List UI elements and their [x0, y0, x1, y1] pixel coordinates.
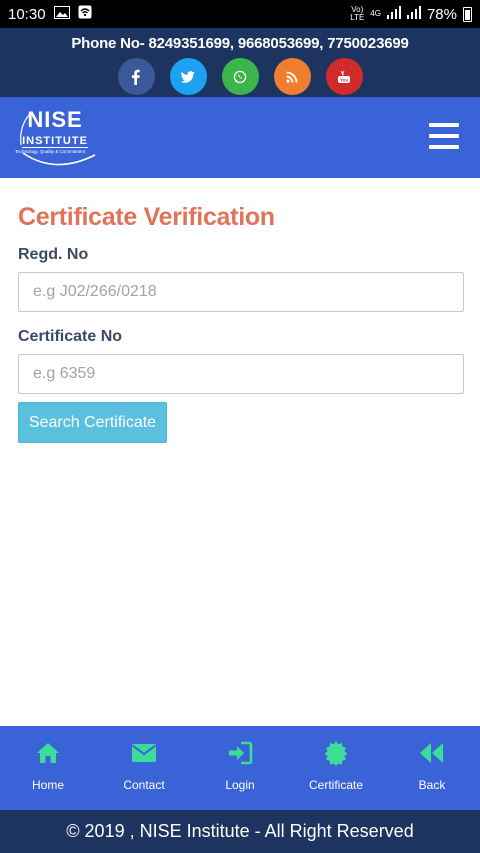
network-type: 4G: [370, 9, 381, 18]
menu-bar: [429, 134, 459, 138]
nav-home[interactable]: Home: [0, 726, 96, 810]
nav-login-label: Login: [225, 778, 255, 792]
certificate-no-input[interactable]: [18, 354, 464, 394]
nav-certificate-label: Certificate: [308, 778, 364, 792]
menu-bar: [429, 145, 459, 149]
nav-back-label: Back: [418, 778, 446, 792]
twitter-link[interactable]: [169, 58, 207, 95]
nise-logo[interactable]: NISE INSTITUTE Technology, Quality & Com…: [15, 109, 101, 167]
battery-percent: 78%: [426, 5, 457, 23]
certificate-no-label: Certificate No: [18, 328, 123, 345]
sign-in-icon: [229, 741, 253, 765]
volte-indicator: Vo) LTE: [350, 5, 365, 22]
envelope-icon: [131, 744, 157, 762]
regd-no-input[interactable]: [18, 272, 464, 312]
youtube-link[interactable]: You: [325, 58, 363, 95]
gallery-icon: [53, 5, 70, 23]
signal-icon-2: [406, 5, 421, 23]
twitter-icon: [180, 70, 195, 83]
whatsapp-link[interactable]: [221, 58, 259, 95]
certificate-verification-form: Certificate Verification Regd. No Certif…: [18, 178, 464, 443]
facebook-link[interactable]: [117, 58, 155, 95]
bottom-nav: Home Contact Login Certificate Back: [0, 726, 480, 810]
regd-no-label: Regd. No: [18, 246, 89, 263]
back-icon: [420, 743, 443, 763]
signal-icon: [386, 5, 401, 23]
nav-back[interactable]: Back: [384, 726, 480, 810]
home-icon: [37, 743, 59, 763]
rss-icon: [286, 71, 298, 83]
nav-login[interactable]: Login: [192, 726, 288, 810]
status-bar: 10:30 Vo) LTE 4G 78%: [0, 0, 480, 28]
nav-certificate[interactable]: Certificate: [288, 726, 384, 810]
main-navbar: NISE INSTITUTE Technology, Quality & Com…: [0, 97, 480, 178]
battery-icon: [463, 6, 472, 22]
search-certificate-button[interactable]: Search Certificate: [18, 402, 167, 443]
certificate-icon: [324, 741, 348, 766]
facebook-icon: [132, 69, 140, 85]
youtube-icon: You: [338, 70, 350, 83]
logo-swoosh-icon: [20, 114, 96, 166]
menu-bar: [429, 123, 459, 127]
nav-contact[interactable]: Contact: [96, 726, 192, 810]
svg-text:You: You: [340, 77, 348, 82]
status-time: 10:30: [8, 5, 46, 23]
settings-notification-icon: [78, 5, 92, 23]
phone-numbers: Phone No- 8249351699, 9668053699, 775002…: [71, 35, 409, 52]
nav-home-label: Home: [31, 778, 64, 792]
copyright-text: © 2019 , NISE Institute - All Right Rese…: [66, 821, 414, 841]
rss-link[interactable]: [273, 58, 311, 95]
nav-contact-label: Contact: [123, 778, 165, 792]
social-links: You: [0, 58, 480, 95]
contact-header: Phone No- 8249351699, 9668053699, 775002…: [0, 28, 480, 97]
whatsapp-icon: [233, 70, 247, 83]
page-title: Certificate Verification: [18, 203, 275, 231]
footer: © 2019 , NISE Institute - All Right Rese…: [0, 810, 480, 853]
menu-toggle-button[interactable]: [429, 123, 459, 149]
